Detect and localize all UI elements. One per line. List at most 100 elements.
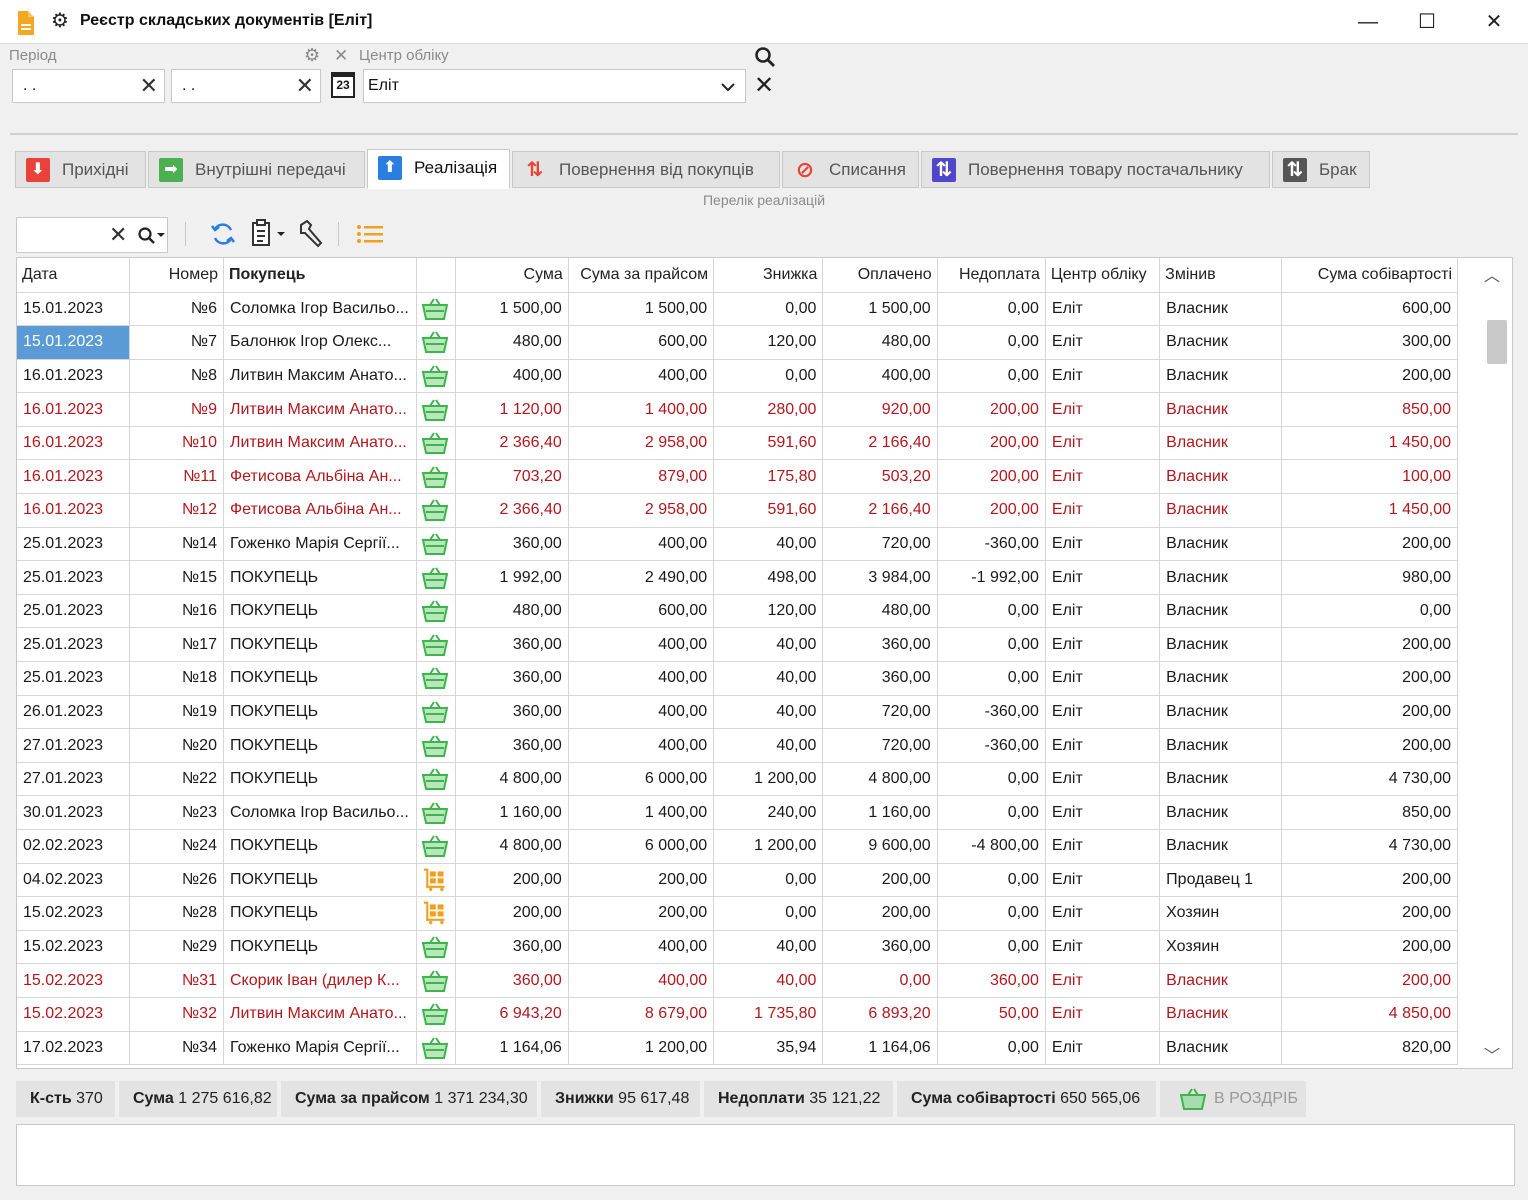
cell-kind[interactable] — [416, 493, 456, 528]
cell-cost-sum[interactable]: 980,00 — [1281, 560, 1458, 595]
cell-center[interactable]: Еліт — [1045, 762, 1161, 797]
cell-date[interactable]: 25.01.2023 — [17, 560, 130, 595]
cell-buyer[interactable]: ПОКУПЕЦЬ — [223, 896, 418, 931]
cell-date[interactable]: 02.02.2023 — [17, 829, 130, 864]
cell-number[interactable]: №23 — [129, 795, 224, 830]
cell-discount[interactable]: 175,80 — [713, 459, 824, 495]
column-header-price-sum[interactable]: Сума за прайсом — [568, 258, 715, 293]
cell-kind[interactable] — [416, 1031, 456, 1066]
table-row[interactable]: 26.01.2023 №19 ПОКУПЕЦЬ 360,00 400,00 40,00 72… — [17, 695, 1458, 730]
cell-date[interactable]: 25.01.2023 — [17, 527, 130, 562]
cell-cost-sum[interactable]: 200,00 — [1281, 359, 1458, 394]
cell-discount[interactable]: 40,00 — [713, 661, 824, 696]
cell-cost-sum[interactable]: 200,00 — [1281, 728, 1458, 763]
cell-cost-sum[interactable]: 200,00 — [1281, 627, 1458, 663]
cell-center[interactable]: Еліт — [1045, 493, 1161, 528]
cell-discount[interactable]: 35,94 — [713, 1031, 824, 1066]
cell-date[interactable]: 25.01.2023 — [17, 594, 130, 629]
cell-buyer[interactable]: ПОКУПЕЦЬ — [223, 930, 418, 965]
close-button[interactable]: ✕ — [1479, 8, 1509, 36]
cell-underpaid[interactable]: 0,00 — [937, 594, 1046, 629]
cell-date[interactable]: 16.01.2023 — [17, 359, 130, 394]
cell-cost-sum[interactable]: 200,00 — [1281, 896, 1458, 931]
column-header-cost-sum[interactable]: Сума собівартості — [1281, 258, 1458, 293]
cell-number[interactable]: №11 — [129, 459, 224, 495]
tab-write-offs[interactable]: ⊘ Списання — [782, 151, 919, 188]
cell-price-sum[interactable]: 400,00 — [568, 728, 715, 763]
cell-number[interactable]: №31 — [129, 963, 224, 998]
cell-buyer[interactable]: ПОКУПЕЦЬ — [223, 829, 418, 864]
calendar-icon[interactable]: 23 — [331, 72, 355, 98]
table-row[interactable]: 17.02.2023 №34 Гоженко Марія Сергії... 1 16… — [17, 1031, 1458, 1066]
cell-changed-by[interactable]: Власник — [1159, 661, 1283, 696]
date-to-field[interactable]: . . ✕ — [171, 69, 321, 103]
cell-changed-by[interactable]: Власник — [1159, 292, 1283, 327]
cell-kind[interactable] — [416, 459, 456, 495]
cell-date[interactable]: 15.02.2023 — [17, 963, 130, 998]
cell-kind[interactable] — [416, 896, 456, 931]
cell-number[interactable]: №19 — [129, 695, 224, 730]
cell-center[interactable]: Еліт — [1045, 627, 1161, 663]
table-row[interactable]: 15.02.2023 №31 Скорик Іван (дилер К... 360,… — [17, 963, 1458, 998]
cell-paid[interactable]: 360,00 — [822, 661, 938, 696]
cell-paid[interactable]: 360,00 — [822, 930, 938, 965]
vertical-scrollbar[interactable]: ︿ ﹀ — [1472, 258, 1512, 1068]
table-row[interactable]: 30.01.2023 №23 Соломка Ігор Васильо... 1 16… — [17, 795, 1458, 830]
cell-price-sum[interactable]: 1 400,00 — [568, 392, 715, 427]
cell-price-sum[interactable]: 400,00 — [568, 661, 715, 696]
cell-cost-sum[interactable]: 0,00 — [1281, 594, 1458, 629]
cell-underpaid[interactable]: 0,00 — [937, 762, 1046, 797]
cell-price-sum[interactable]: 2 958,00 — [568, 426, 715, 461]
cell-number[interactable]: №9 — [129, 392, 224, 427]
cell-changed-by[interactable]: Власник — [1159, 627, 1283, 663]
cell-center[interactable]: Еліт — [1045, 426, 1161, 461]
cell-underpaid[interactable]: -360,00 — [937, 695, 1046, 730]
cell-price-sum[interactable]: 400,00 — [568, 930, 715, 965]
cell-price-sum[interactable]: 200,00 — [568, 896, 715, 931]
cell-paid[interactable]: 1 164,06 — [822, 1031, 938, 1066]
cell-changed-by[interactable]: Власник — [1159, 325, 1283, 360]
cell-discount[interactable]: 40,00 — [713, 930, 824, 965]
cell-kind[interactable] — [416, 560, 456, 595]
cell-changed-by[interactable]: Власник — [1159, 997, 1283, 1032]
scroll-down-icon[interactable]: ﹀ — [1484, 1042, 1500, 1066]
cell-paid[interactable]: 720,00 — [822, 695, 938, 730]
cell-price-sum[interactable]: 6 000,00 — [568, 829, 715, 864]
cell-buyer[interactable]: Литвин Максим Анато... — [223, 997, 418, 1032]
cell-number[interactable]: №20 — [129, 728, 224, 763]
cell-underpaid[interactable]: -1 992,00 — [937, 560, 1046, 595]
cell-buyer[interactable]: Гоженко Марія Сергії... — [223, 527, 418, 562]
cell-discount[interactable]: 0,00 — [713, 292, 824, 327]
cell-price-sum[interactable]: 1 400,00 — [568, 795, 715, 830]
table-row[interactable]: 15.02.2023 №29 ПОКУПЕЦЬ 360,00 400,00 40,00 36… — [17, 930, 1458, 965]
cell-paid[interactable]: 9 600,00 — [822, 829, 938, 864]
table-row[interactable]: 15.01.2023 №6 Соломка Ігор Васильо... 1 500… — [17, 292, 1458, 327]
cell-center[interactable]: Еліт — [1045, 292, 1161, 327]
cell-sum[interactable]: 4 800,00 — [455, 829, 569, 864]
cell-buyer[interactable]: ПОКУПЕЦЬ — [223, 695, 418, 730]
cell-underpaid[interactable]: 200,00 — [937, 493, 1046, 528]
cell-underpaid[interactable]: 0,00 — [937, 1031, 1046, 1066]
tab-customer-returns[interactable]: ⇅ Повернення від покупців — [512, 151, 780, 188]
cell-changed-by[interactable]: Власник — [1159, 728, 1283, 763]
cell-changed-by[interactable]: Власник — [1159, 1031, 1283, 1066]
cell-paid[interactable]: 2 166,40 — [822, 426, 938, 461]
cell-buyer[interactable]: Соломка Ігор Васильо... — [223, 795, 418, 830]
table-row[interactable]: 25.01.2023 №16 ПОКУПЕЦЬ 480,00 600,00 120,00 4… — [17, 594, 1458, 629]
cell-sum[interactable]: 480,00 — [455, 325, 569, 360]
cell-changed-by[interactable]: Хозяин — [1159, 930, 1283, 965]
cell-cost-sum[interactable]: 1 450,00 — [1281, 426, 1458, 461]
tab-internal-transfers[interactable]: ➡ Внутрішні передачі — [148, 151, 365, 188]
tab-sales[interactable]: ⬆ Реалізація — [367, 149, 510, 189]
cell-paid[interactable]: 400,00 — [822, 359, 938, 394]
cell-price-sum[interactable]: 400,00 — [568, 359, 715, 394]
cell-underpaid[interactable]: 0,00 — [937, 795, 1046, 830]
cell-changed-by[interactable]: Власник — [1159, 359, 1283, 394]
table-row[interactable]: 27.01.2023 №22 ПОКУПЕЦЬ 4 800,00 6 000,00 1 2… — [17, 762, 1458, 797]
cell-number[interactable]: №8 — [129, 359, 224, 394]
cell-number[interactable]: №16 — [129, 594, 224, 629]
cell-kind[interactable] — [416, 728, 456, 763]
cell-kind[interactable] — [416, 325, 456, 360]
grid-search-input[interactable]: ✕ — [16, 217, 168, 253]
clear-search-icon[interactable]: ✕ — [109, 222, 127, 248]
